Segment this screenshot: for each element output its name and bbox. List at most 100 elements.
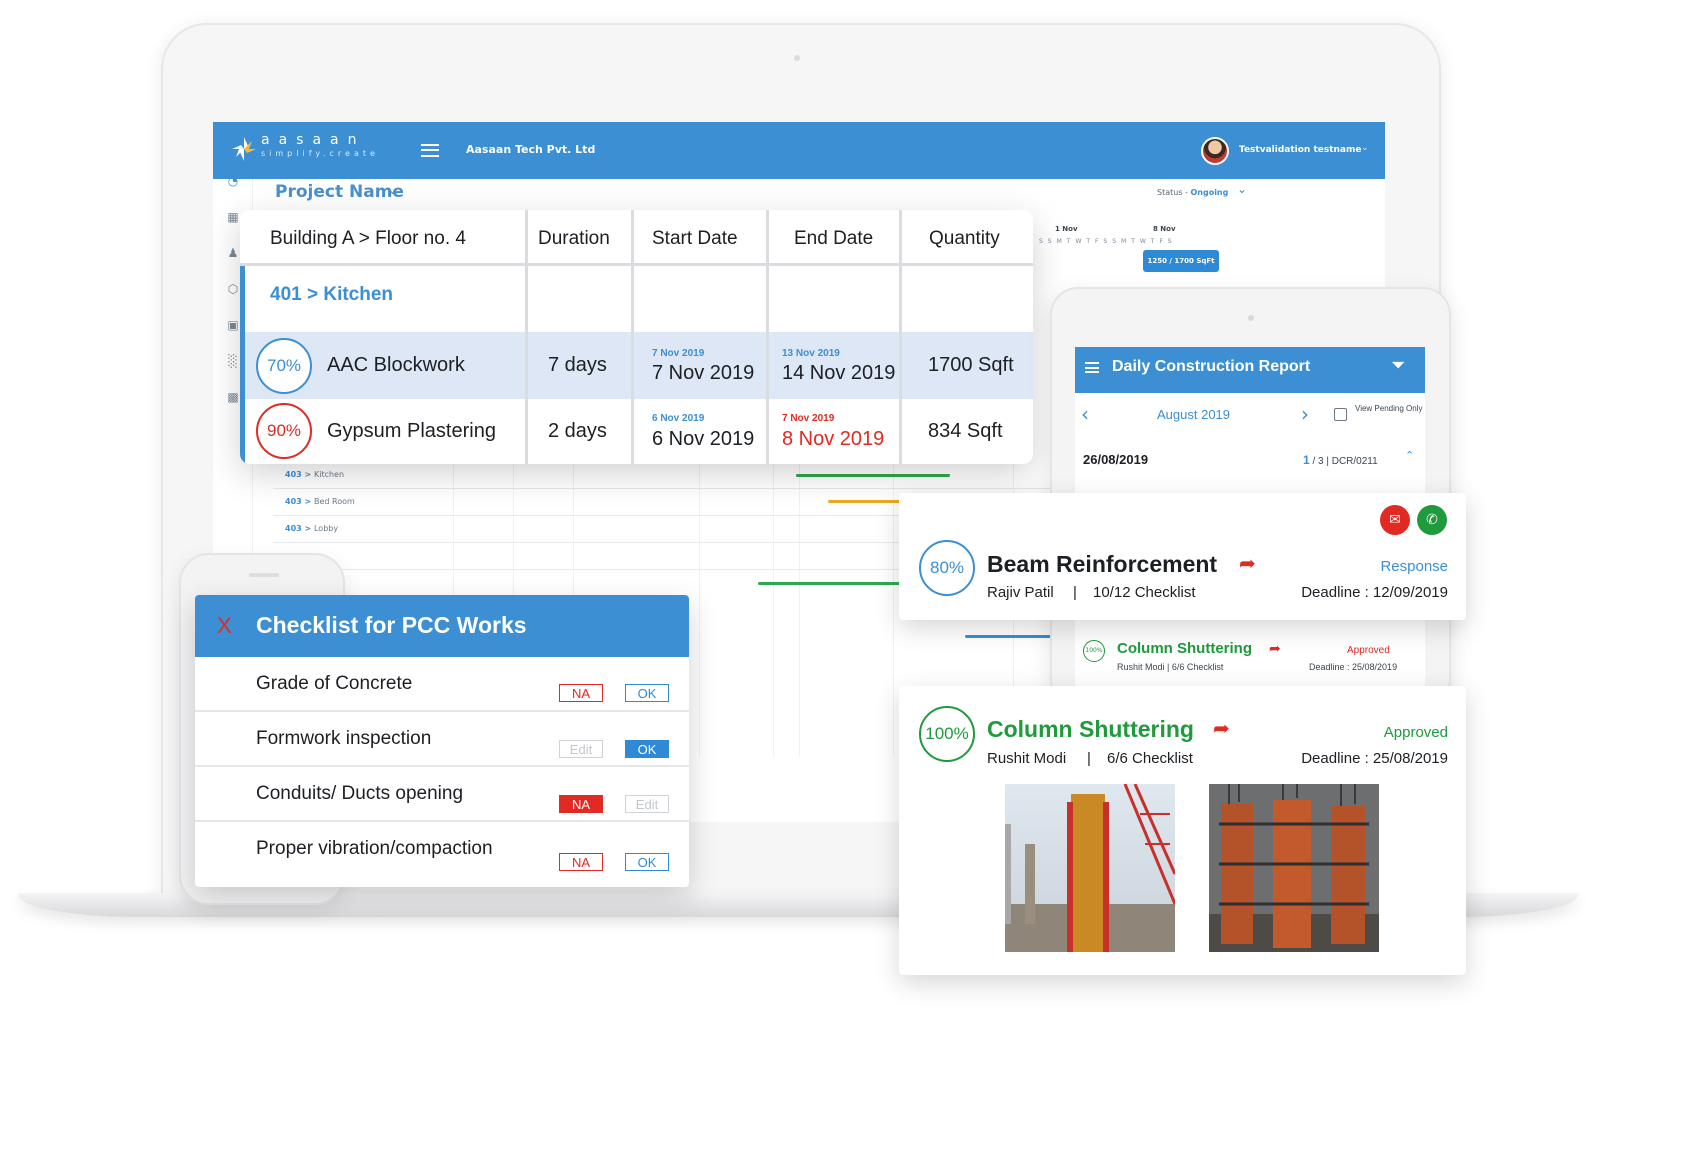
close-icon[interactable]: X (217, 613, 232, 639)
building-icon[interactable]: ▦ (225, 209, 241, 225)
settings-icon[interactable]: ⬡ (225, 281, 241, 297)
ok-button[interactable]: OK (625, 740, 669, 758)
checklist-header: X Checklist for PCC Works (195, 595, 689, 657)
mini-card[interactable]: 100% Column Shuttering ➦ Approved Rushit… (1081, 637, 1419, 683)
edit-button[interactable]: Edit (559, 740, 603, 758)
mini-card-meta: Rushit Modi | 6/6 Checklist (1117, 662, 1224, 672)
mini-card-title: Column Shuttering (1117, 640, 1252, 657)
report-pagination: 1 / 3 | DCR/0211 (1303, 453, 1378, 467)
logo-text: aasaan (261, 132, 366, 148)
checklist-title: Checklist for PCC Works (256, 612, 527, 638)
mini-card-deadline: Deadline : 25/08/2019 (1309, 662, 1398, 672)
day-labels: SSMTWTFSSMTWTFS (1039, 238, 1177, 245)
calendar-icon[interactable]: ▣ (225, 317, 241, 333)
task-card[interactable]: ✉ ✆ 80% Beam Reinforcement ➦ Response Ra… (899, 493, 1466, 620)
checklist-card: X Checklist for PCC Works Grade of Concr… (195, 595, 689, 887)
dcr-header: Daily Construction Report ⏷ (1075, 347, 1425, 393)
assignee: Rajiv Patil (987, 584, 1054, 601)
ok-button[interactable]: OK (625, 684, 669, 702)
tablet-camera (1248, 315, 1254, 321)
gantt-bar[interactable] (758, 582, 908, 585)
dashboard-icon[interactable]: ◔ (225, 173, 241, 189)
progress-circle: 80% (919, 540, 975, 596)
gantt-bar[interactable] (965, 635, 1055, 638)
edit-button[interactable]: Edit (625, 795, 669, 813)
checklist-item-label: Proper vibration/compaction (256, 838, 493, 859)
card-status: Approved (1383, 724, 1448, 741)
start-date: 6 Nov 2019 (652, 428, 755, 450)
end-date: 14 Nov 2019 (782, 362, 896, 384)
status-value: Ongoing (1190, 188, 1229, 197)
filter-icon[interactable]: ⏷ (1391, 355, 1405, 376)
assignee: Rushit Modi (987, 750, 1067, 767)
quantity: 1700 Sqft (928, 354, 1014, 376)
group-accent (240, 266, 245, 464)
group-title[interactable]: 401 > Kitchen (270, 284, 393, 306)
checklist-item-label: Formwork inspection (256, 728, 432, 749)
gantt-row[interactable]: 403 > Kitchen (273, 462, 1073, 489)
hamburger-icon[interactable] (421, 144, 439, 157)
month-label: August 2019 (1157, 407, 1231, 422)
share-arrow-icon[interactable]: ➦ (1213, 716, 1230, 740)
avatar[interactable] (1201, 137, 1229, 165)
share-arrow-icon[interactable]: ➦ (1239, 551, 1256, 575)
site-photo[interactable] (1209, 784, 1379, 952)
hamburger-icon[interactable] (1085, 362, 1099, 373)
activity-table: Building A > Floor no. 4 Duration Start … (240, 210, 1033, 464)
status-filter[interactable]: Status - Ongoing (1157, 188, 1228, 197)
checklist-item: Conduits/ Ducts opening NA Edit (195, 767, 689, 822)
progress-tooltip: 1250 / 1700 SqFt (1143, 250, 1219, 272)
task-name[interactable]: AAC Blockwork (327, 354, 465, 377)
na-button[interactable]: NA (559, 684, 603, 702)
separator: | (1073, 584, 1077, 601)
duration: 7 days (548, 354, 607, 376)
logo-tagline: simplify.create (261, 149, 379, 158)
qr-code-icon[interactable]: ▩ (225, 389, 241, 405)
whatsapp-icon[interactable]: ✆ (1417, 505, 1447, 535)
logo-icon (232, 137, 256, 161)
laptop-camera (794, 55, 800, 61)
card-title: Column Shuttering (987, 716, 1194, 742)
separator: | (1087, 750, 1091, 767)
site-photo[interactable] (1005, 784, 1175, 952)
task-name[interactable]: Gypsum Plastering (327, 420, 496, 443)
column-header-location: Building A > Floor no. 4 (270, 228, 466, 249)
dcr-title: Daily Construction Report (1112, 358, 1311, 375)
checklist-item: Grade of Concrete NA OK (195, 657, 689, 712)
na-button[interactable]: NA (559, 853, 603, 871)
task-card[interactable]: 100% Column Shuttering ➦ Approved Rushit… (899, 686, 1466, 975)
view-pending-checkbox[interactable] (1334, 408, 1347, 421)
status-label: Status - (1157, 188, 1191, 197)
company-name: Aasaan Tech Pvt. Ltd (466, 143, 596, 156)
planned-end: 7 Nov 2019 (782, 413, 835, 424)
deadline: Deadline : 12/09/2019 (1301, 584, 1448, 601)
chevron-down-icon[interactable]: ⌄ (387, 182, 399, 198)
share-arrow-icon[interactable]: ➦ (1269, 641, 1281, 657)
user-name[interactable]: Testvalidation testname (1239, 145, 1361, 155)
phone-speaker (249, 573, 279, 577)
chevron-down-icon[interactable]: ⌄ (1361, 143, 1369, 153)
checklist-item-label: Grade of Concrete (256, 673, 413, 694)
progress-circle: 70% (256, 338, 312, 394)
chevron-down-icon[interactable]: ⌄ (1237, 182, 1247, 196)
column-header-start-date: Start Date (652, 228, 738, 249)
users-icon[interactable]: ♟ (225, 245, 241, 261)
na-button[interactable]: NA (559, 795, 603, 813)
start-date: 7 Nov 2019 (652, 362, 755, 384)
chevron-up-icon[interactable]: ⌃ (1405, 449, 1414, 462)
chevron-left-icon[interactable]: ‹ (1081, 402, 1089, 426)
reports-icon[interactable]: ░ (225, 353, 241, 369)
mini-card-status: Approved (1347, 645, 1390, 656)
project-name[interactable]: Project Name (275, 182, 404, 202)
card-title: Beam Reinforcement (987, 551, 1218, 577)
app-header: aasaan simplify.create Aasaan Tech Pvt. … (213, 122, 1385, 179)
week-label: 1 Nov (1055, 225, 1078, 233)
gantt-bar[interactable] (796, 474, 950, 477)
column-header-duration: Duration (538, 228, 610, 249)
column-header-end-date: End Date (794, 228, 874, 249)
planned-start: 6 Nov 2019 (652, 413, 705, 424)
chevron-right-icon[interactable]: › (1301, 402, 1309, 426)
mail-icon[interactable]: ✉ (1380, 505, 1410, 535)
quantity: 834 Sqft (928, 420, 1003, 442)
ok-button[interactable]: OK (625, 853, 669, 871)
